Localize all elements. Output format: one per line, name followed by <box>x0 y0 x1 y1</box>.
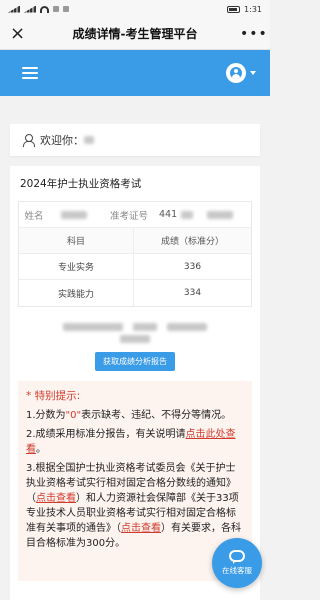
close-icon[interactable]: × <box>10 24 30 43</box>
get-analysis-report-button[interactable]: 获取成绩分析报告 <box>95 352 175 371</box>
notice-item-1: 1.分数为"0"表示缺考、违纪、不得分等情况。 <box>26 410 232 421</box>
table-row: 实践能力 334 <box>19 280 251 306</box>
redacted-info-line-2 <box>18 335 252 343</box>
redacted-info-line <box>18 323 252 331</box>
notification-icon <box>53 6 59 12</box>
wifi-icon <box>40 5 49 13</box>
notification-icon-2 <box>63 6 69 12</box>
name-value <box>49 210 99 219</box>
name-label: 姓名 <box>24 210 44 222</box>
candidate-info-row: 姓名 准考证号 441 <box>19 202 251 228</box>
user-avatar-icon <box>226 63 246 83</box>
grades-header: 科目 成绩（标准分） <box>19 228 251 254</box>
welcome-bar: 欢迎你： <box>10 124 260 156</box>
table-row: 专业实务 336 <box>19 254 251 280</box>
notice-item-2: 2.成绩采用标准分报告，有关说明请点击此处查看。 <box>26 429 236 455</box>
subject-cell: 专业实务 <box>19 254 134 279</box>
status-time: 1:31 <box>244 4 262 14</box>
score-cell: 334 <box>183 288 202 298</box>
redacted-username <box>84 136 94 144</box>
candidate-info-table: 姓名 准考证号 441 科目 成绩（标准分） 专业实务 336 实践能力 334 <box>18 201 252 307</box>
notice-link-1[interactable]: 点击查看 <box>36 493 76 504</box>
id-label: 准考证号 <box>109 210 148 222</box>
score-header: 成绩（标准分） <box>160 237 224 247</box>
score-card: 2024年护士执业资格考试 姓名 准考证号 441 科目 成绩（标准分） 专业实… <box>10 166 260 600</box>
battery-icon <box>227 5 241 13</box>
status-bar: 1:31 <box>0 0 270 18</box>
user-menu[interactable] <box>226 63 256 83</box>
title-bar: × 成绩详情-考生管理平台 ••• <box>0 18 270 50</box>
notice-link-2[interactable]: 点击查看 <box>121 523 161 534</box>
notice-title: * 特别提示: <box>26 390 81 402</box>
online-service-label: 在线客服 <box>222 566 252 575</box>
score-cell: 336 <box>183 261 202 272</box>
signal-icon-2 <box>24 5 36 13</box>
chevron-down-icon <box>250 71 256 75</box>
person-icon <box>22 134 35 147</box>
more-options-icon[interactable]: ••• <box>240 26 267 42</box>
exam-title: 2024年护士执业资格考试 <box>20 178 142 190</box>
subject-cell: 实践能力 <box>19 280 134 306</box>
signal-icon <box>8 5 20 13</box>
id-value: 441 <box>159 209 251 220</box>
id-prefix: 441 <box>159 209 178 220</box>
notice-item-3: 3.根据全国护士执业资格考试委员会《关于护士执业资格考试实行相对固定合格分数线的… <box>26 463 241 549</box>
app-header <box>0 50 270 96</box>
welcome-label: 欢迎你： <box>40 134 84 147</box>
online-service-button[interactable]: 在线客服 <box>212 538 262 588</box>
page-title: 成绩详情-考生管理平台 <box>72 27 198 41</box>
subject-header: 科目 <box>19 228 134 253</box>
hamburger-menu-icon[interactable] <box>22 67 38 79</box>
chat-bubble-icon <box>229 550 245 564</box>
